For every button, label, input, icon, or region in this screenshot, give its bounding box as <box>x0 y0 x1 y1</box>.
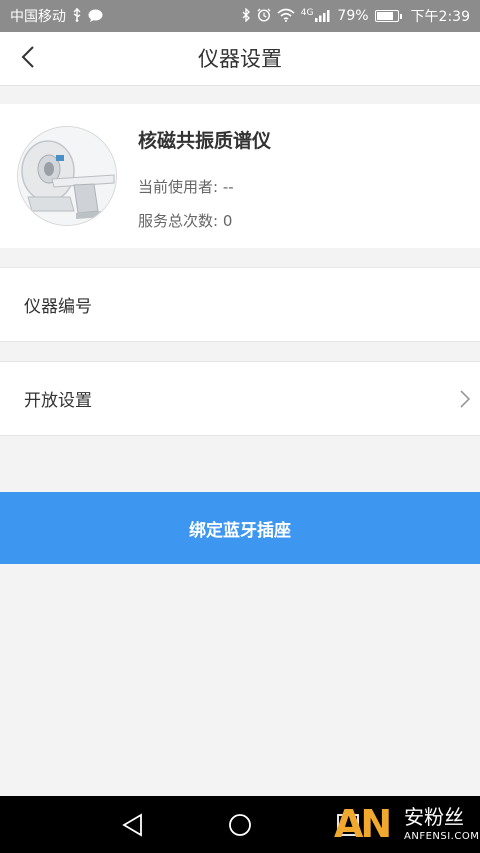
home-circle-icon[interactable] <box>228 813 252 841</box>
battery-icon <box>374 10 402 22</box>
network-label: 4G <box>300 8 314 18</box>
open-settings-label: 开放设置 <box>24 391 92 411</box>
battery-percent: 79% <box>337 8 369 24</box>
status-right: 4G 79% 下午2:39 <box>242 6 470 26</box>
carrier-label: 中国移动 <box>10 9 66 25</box>
status-left: 中国移动 <box>10 6 103 26</box>
open-settings-row[interactable]: 开放设置 <box>0 361 480 436</box>
status-bar: 中国移动 4G 79% 下午2:39 <box>0 0 480 32</box>
page-title: 仪器设置 <box>198 47 282 71</box>
chat-icon <box>88 9 103 24</box>
device-image <box>17 126 117 226</box>
back-button[interactable] <box>10 40 46 78</box>
watermark-logo: AN 安粉丝 ANFENSI.COM <box>332 803 480 849</box>
clock: 下午2:39 <box>410 9 470 25</box>
wifi-icon <box>277 8 295 24</box>
instrument-serial-label: 仪器编号 <box>24 297 92 317</box>
watermark-cn-text: 安粉丝 <box>404 805 464 829</box>
instrument-serial-row[interactable]: 仪器编号 <box>0 267 480 342</box>
alarm-icon <box>257 8 271 24</box>
device-card: 核磁共振质谱仪 当前使用者: -- 服务总次数: 0 <box>0 104 480 248</box>
service-count: 服务总次数: 0 <box>138 212 233 230</box>
watermark-en-text: ANFENSI.COM <box>404 831 480 842</box>
current-user: 当前使用者: -- <box>138 178 234 196</box>
watermark-an-text: AN <box>334 802 392 846</box>
usb-icon <box>72 8 82 24</box>
device-name: 核磁共振质谱仪 <box>138 130 272 152</box>
back-triangle-icon[interactable] <box>121 813 145 841</box>
chevron-right-icon <box>460 390 471 413</box>
nav-bar: 仪器设置 <box>0 32 480 86</box>
bluetooth-icon <box>242 7 251 24</box>
signal-icon <box>315 9 331 24</box>
bind-bluetooth-socket-button[interactable]: 绑定蓝牙插座 <box>0 492 480 564</box>
chevron-left-icon <box>21 46 35 72</box>
